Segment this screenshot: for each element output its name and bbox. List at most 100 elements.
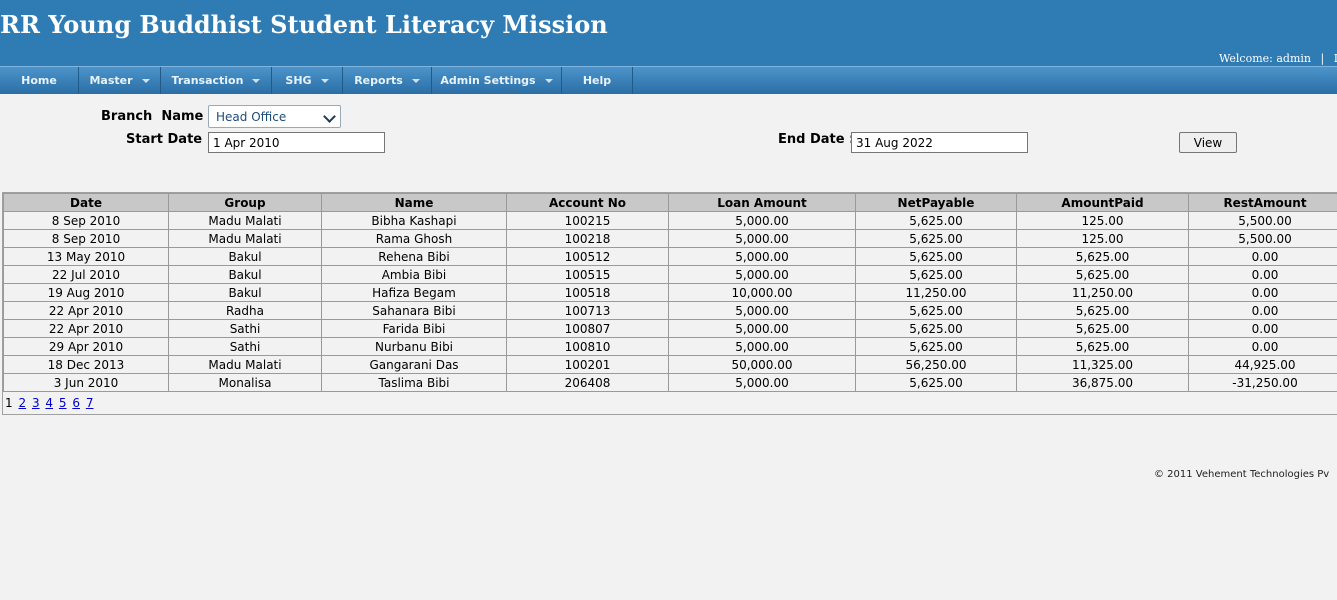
cell-rest-amount: 0.00 bbox=[1188, 319, 1337, 338]
cell-name: Bibha Kashapi bbox=[321, 211, 507, 230]
column-header-name[interactable]: Name bbox=[321, 193, 507, 212]
table-row: 22 Jul 2010 Bakul Ambia Bibi 100515 5,00… bbox=[3, 265, 1337, 284]
page-link-5[interactable]: 5 bbox=[59, 396, 67, 410]
table-row: 8 Sep 2010 Madu Malati Rama Ghosh 100218… bbox=[3, 229, 1337, 248]
page-link-7[interactable]: 7 bbox=[86, 396, 94, 410]
cell-account-no: 100810 bbox=[506, 337, 669, 356]
cell-loan-amount: 5,000.00 bbox=[668, 301, 856, 320]
branch-select-value: Head Office bbox=[216, 109, 287, 124]
table-row: 18 Dec 2013 Madu Malati Gangarani Das 10… bbox=[3, 355, 1337, 374]
column-header-date[interactable]: Date bbox=[3, 193, 169, 212]
cell-date: 13 May 2010 bbox=[3, 247, 169, 266]
page-link-6[interactable]: 6 bbox=[72, 396, 80, 410]
cell-account-no: 100713 bbox=[506, 301, 669, 320]
start-date-label: Start Date : bbox=[126, 132, 212, 147]
cell-rest-amount: 0.00 bbox=[1188, 301, 1337, 320]
cell-rest-amount: 0.00 bbox=[1188, 283, 1337, 302]
cell-loan-amount: 50,000.00 bbox=[668, 355, 856, 374]
cell-date: 22 Jul 2010 bbox=[3, 265, 169, 284]
cell-date: 8 Sep 2010 bbox=[3, 229, 169, 248]
page-current: 1 bbox=[5, 396, 13, 410]
nav-reports[interactable]: Reports bbox=[343, 67, 432, 94]
cell-date: 18 Dec 2013 bbox=[3, 355, 169, 374]
column-header-group[interactable]: Group bbox=[168, 193, 322, 212]
cell-group: Monalisa bbox=[168, 373, 322, 392]
cell-amount-paid: 5,625.00 bbox=[1016, 247, 1189, 266]
cell-name: Farida Bibi bbox=[321, 319, 507, 338]
table-row: 22 Apr 2010 Sathi Farida Bibi 100807 5,0… bbox=[3, 319, 1337, 338]
cell-name: Hafiza Begam bbox=[321, 283, 507, 302]
pagination: 1 2 3 4 5 6 7 bbox=[5, 396, 93, 410]
cell-loan-amount: 5,000.00 bbox=[668, 211, 856, 230]
column-header-rest-amount[interactable]: RestAmount bbox=[1188, 193, 1337, 212]
nav-transaction-label: Transaction bbox=[171, 74, 244, 87]
cell-account-no: 100518 bbox=[506, 283, 669, 302]
cell-group: Madu Malati bbox=[168, 355, 322, 374]
table-header-row: Date Group Name Account No Loan Amount N… bbox=[3, 193, 1337, 212]
cell-date: 8 Sep 2010 bbox=[3, 211, 169, 230]
cell-group: Radha bbox=[168, 301, 322, 320]
column-header-net-payable[interactable]: NetPayable bbox=[855, 193, 1017, 212]
nav-master-label: Master bbox=[89, 74, 133, 87]
branch-name-label: Branch Name : bbox=[101, 109, 214, 124]
column-header-amount-paid[interactable]: AmountPaid bbox=[1016, 193, 1189, 212]
chevron-down-icon bbox=[544, 78, 553, 83]
column-header-loan-amount[interactable]: Loan Amount bbox=[668, 193, 856, 212]
end-date-input[interactable] bbox=[851, 132, 1028, 153]
nav-help[interactable]: Help bbox=[562, 67, 633, 94]
start-date-input[interactable] bbox=[208, 132, 385, 153]
cell-rest-amount: -31,250.00 bbox=[1188, 373, 1337, 392]
view-button[interactable]: View bbox=[1179, 132, 1237, 153]
nav-shg[interactable]: SHG bbox=[272, 67, 343, 94]
nav-home[interactable]: Home bbox=[0, 67, 79, 94]
welcome-bar: Welcome: admin | Lo bbox=[1219, 52, 1337, 65]
cell-loan-amount: 10,000.00 bbox=[668, 283, 856, 302]
cell-account-no: 100807 bbox=[506, 319, 669, 338]
page-link-3[interactable]: 3 bbox=[32, 396, 40, 410]
cell-amount-paid: 5,625.00 bbox=[1016, 265, 1189, 284]
cell-rest-amount: 5,500.00 bbox=[1188, 211, 1337, 230]
cell-net-payable: 5,625.00 bbox=[855, 319, 1017, 338]
cell-amount-paid: 5,625.00 bbox=[1016, 319, 1189, 338]
cell-loan-amount: 5,000.00 bbox=[668, 319, 856, 338]
cell-date: 22 Apr 2010 bbox=[3, 301, 169, 320]
nav-transaction[interactable]: Transaction bbox=[161, 67, 272, 94]
cell-group: Madu Malati bbox=[168, 211, 322, 230]
cell-loan-amount: 5,000.00 bbox=[668, 265, 856, 284]
cell-net-payable: 5,625.00 bbox=[855, 337, 1017, 356]
branch-select[interactable]: Head Office bbox=[208, 105, 341, 128]
table-row: 29 Apr 2010 Sathi Nurbanu Bibi 100810 5,… bbox=[3, 337, 1337, 356]
cell-date: 29 Apr 2010 bbox=[3, 337, 169, 356]
cell-amount-paid: 125.00 bbox=[1016, 229, 1189, 248]
cell-name: Sahanara Bibi bbox=[321, 301, 507, 320]
chevron-down-icon bbox=[252, 78, 261, 83]
page-link-4[interactable]: 4 bbox=[45, 396, 53, 410]
nav-shg-label: SHG bbox=[285, 74, 312, 87]
cell-account-no: 100515 bbox=[506, 265, 669, 284]
cell-loan-amount: 5,000.00 bbox=[668, 247, 856, 266]
cell-net-payable: 5,625.00 bbox=[855, 247, 1017, 266]
nav-home-label: Home bbox=[21, 74, 57, 87]
cell-amount-paid: 36,875.00 bbox=[1016, 373, 1189, 392]
page-link-2[interactable]: 2 bbox=[18, 396, 26, 410]
table-row: 3 Jun 2010 Monalisa Taslima Bibi 206408 … bbox=[3, 373, 1337, 392]
loan-report-table: Date Group Name Account No Loan Amount N… bbox=[3, 193, 1337, 392]
cell-group: Bakul bbox=[168, 247, 322, 266]
cell-net-payable: 11,250.00 bbox=[855, 283, 1017, 302]
cell-group: Sathi bbox=[168, 337, 322, 356]
nav-master[interactable]: Master bbox=[79, 67, 161, 94]
welcome-separator: | bbox=[1320, 52, 1325, 65]
cell-net-payable: 5,625.00 bbox=[855, 301, 1017, 320]
cell-amount-paid: 5,625.00 bbox=[1016, 301, 1189, 320]
cell-account-no: 100218 bbox=[506, 229, 669, 248]
nav-reports-label: Reports bbox=[354, 74, 403, 87]
chevron-down-icon bbox=[141, 78, 150, 83]
cell-net-payable: 5,625.00 bbox=[855, 265, 1017, 284]
column-header-account-no[interactable]: Account No bbox=[506, 193, 669, 212]
table-row: 19 Aug 2010 Bakul Hafiza Begam 100518 10… bbox=[3, 283, 1337, 302]
cell-name: Ambia Bibi bbox=[321, 265, 507, 284]
cell-amount-paid: 11,250.00 bbox=[1016, 283, 1189, 302]
cell-name: Rama Ghosh bbox=[321, 229, 507, 248]
nav-admin-settings[interactable]: Admin Settings bbox=[432, 67, 562, 94]
cell-loan-amount: 5,000.00 bbox=[668, 229, 856, 248]
